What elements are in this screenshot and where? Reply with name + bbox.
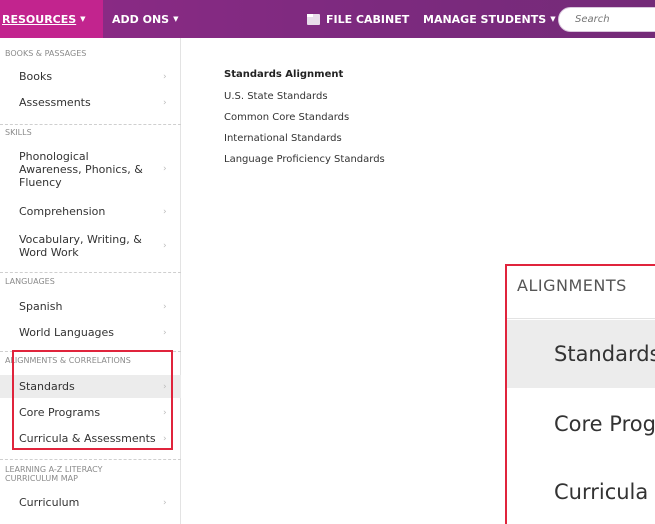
sidebar-item-label: Vocabulary, Writing, & Word Work: [19, 233, 142, 259]
highlight-box: [12, 350, 173, 450]
sidebar-item-label: Comprehension: [19, 205, 106, 218]
nav-resources-label: RESOURCES: [2, 12, 77, 26]
sidebar-item-books[interactable]: Books ›: [0, 66, 181, 87]
nav-file-cabinet[interactable]: FILE CABINET: [307, 0, 409, 38]
section-heading-languages: LANGUAGES: [5, 277, 55, 286]
sidebar-item-curriculum[interactable]: Curriculum ›: [0, 492, 181, 513]
sidebar-item-world-languages[interactable]: World Languages ›: [0, 322, 181, 343]
section-heading-books-passages: BOOKS & PASSAGES: [5, 49, 87, 58]
section-divider: [0, 124, 181, 125]
section-divider: [0, 459, 181, 460]
search-input[interactable]: [558, 7, 655, 32]
nav-add-ons[interactable]: ADD ONS ▼: [112, 0, 178, 38]
chevron-right-icon: ›: [163, 497, 167, 508]
chevron-right-icon: ›: [163, 327, 167, 338]
nav-manage-students-label: MANAGE STUDENTS: [423, 12, 547, 26]
link-language-proficiency-standards[interactable]: Language Proficiency Standards: [224, 154, 385, 165]
nav-add-ons-label: ADD ONS: [112, 12, 170, 26]
main-section-title: Standards Alignment: [224, 69, 344, 80]
section-divider: [0, 272, 181, 273]
resources-sidebar: BOOKS & PASSAGES Books › Assessments › S…: [0, 38, 181, 524]
zoom-divider: [507, 318, 655, 319]
sidebar-item-label: Books: [19, 70, 53, 83]
sidebar-item-phonological[interactable]: Phonological Awareness, Phonics, & Fluen…: [0, 147, 181, 191]
sidebar-item-label: Assessments: [19, 96, 91, 109]
section-heading-skills: SKILLS: [5, 128, 32, 137]
sidebar-item-vocabulary[interactable]: Vocabulary, Writing, & Word Work ›: [0, 230, 181, 262]
zoom-heading: ALIGNMENTS: [517, 276, 627, 295]
sidebar-item-spanish[interactable]: Spanish ›: [0, 296, 181, 317]
chevron-right-icon: ›: [163, 241, 167, 251]
caret-down-icon: ▼: [550, 15, 556, 23]
link-common-core-standards[interactable]: Common Core Standards: [224, 112, 349, 123]
sidebar-item-comprehension[interactable]: Comprehension ›: [0, 201, 181, 222]
caret-down-icon: ▼: [80, 15, 86, 23]
top-nav-bar: RESOURCES ▼ ADD ONS ▼ FILE CABINET MANAG…: [0, 0, 655, 38]
chevron-right-icon: ›: [163, 301, 167, 312]
zoom-callout: ALIGNMENTS Standards Core Programs Curri…: [505, 264, 655, 524]
chevron-right-icon: ›: [163, 71, 167, 82]
folder-icon: [307, 13, 320, 25]
sidebar-item-label: Phonological Awareness, Phonics, & Fluen…: [19, 149, 143, 189]
chevron-right-icon: ›: [163, 97, 167, 108]
sidebar-item-label: Curriculum: [19, 496, 80, 509]
page: RESOURCES ▼ ADD ONS ▼ FILE CABINET MANAG…: [0, 0, 655, 524]
nav-resources[interactable]: RESOURCES ▼: [0, 0, 103, 38]
nav-file-cabinet-label: FILE CABINET: [326, 12, 410, 26]
caret-down-icon: ▼: [173, 15, 179, 23]
sidebar-item-label: World Languages: [19, 326, 115, 339]
sidebar-item-assessments[interactable]: Assessments ›: [0, 92, 181, 113]
sidebar-item-label: Spanish: [19, 300, 63, 313]
link-us-state-standards[interactable]: U.S. State Standards: [224, 91, 328, 102]
zoom-item-curricula: Curricula: [554, 480, 649, 504]
zoom-item-core-programs: Core Programs: [554, 412, 655, 436]
chevron-right-icon: ›: [163, 206, 167, 217]
section-heading-curriculum-map: LEARNING A-Z LITERACY CURRICULUM MAP: [5, 465, 103, 483]
nav-manage-students[interactable]: MANAGE STUDENTS ▼: [423, 0, 556, 38]
zoom-item-standards: Standards: [507, 320, 655, 388]
link-international-standards[interactable]: International Standards: [224, 133, 342, 144]
chevron-right-icon: ›: [163, 164, 167, 174]
